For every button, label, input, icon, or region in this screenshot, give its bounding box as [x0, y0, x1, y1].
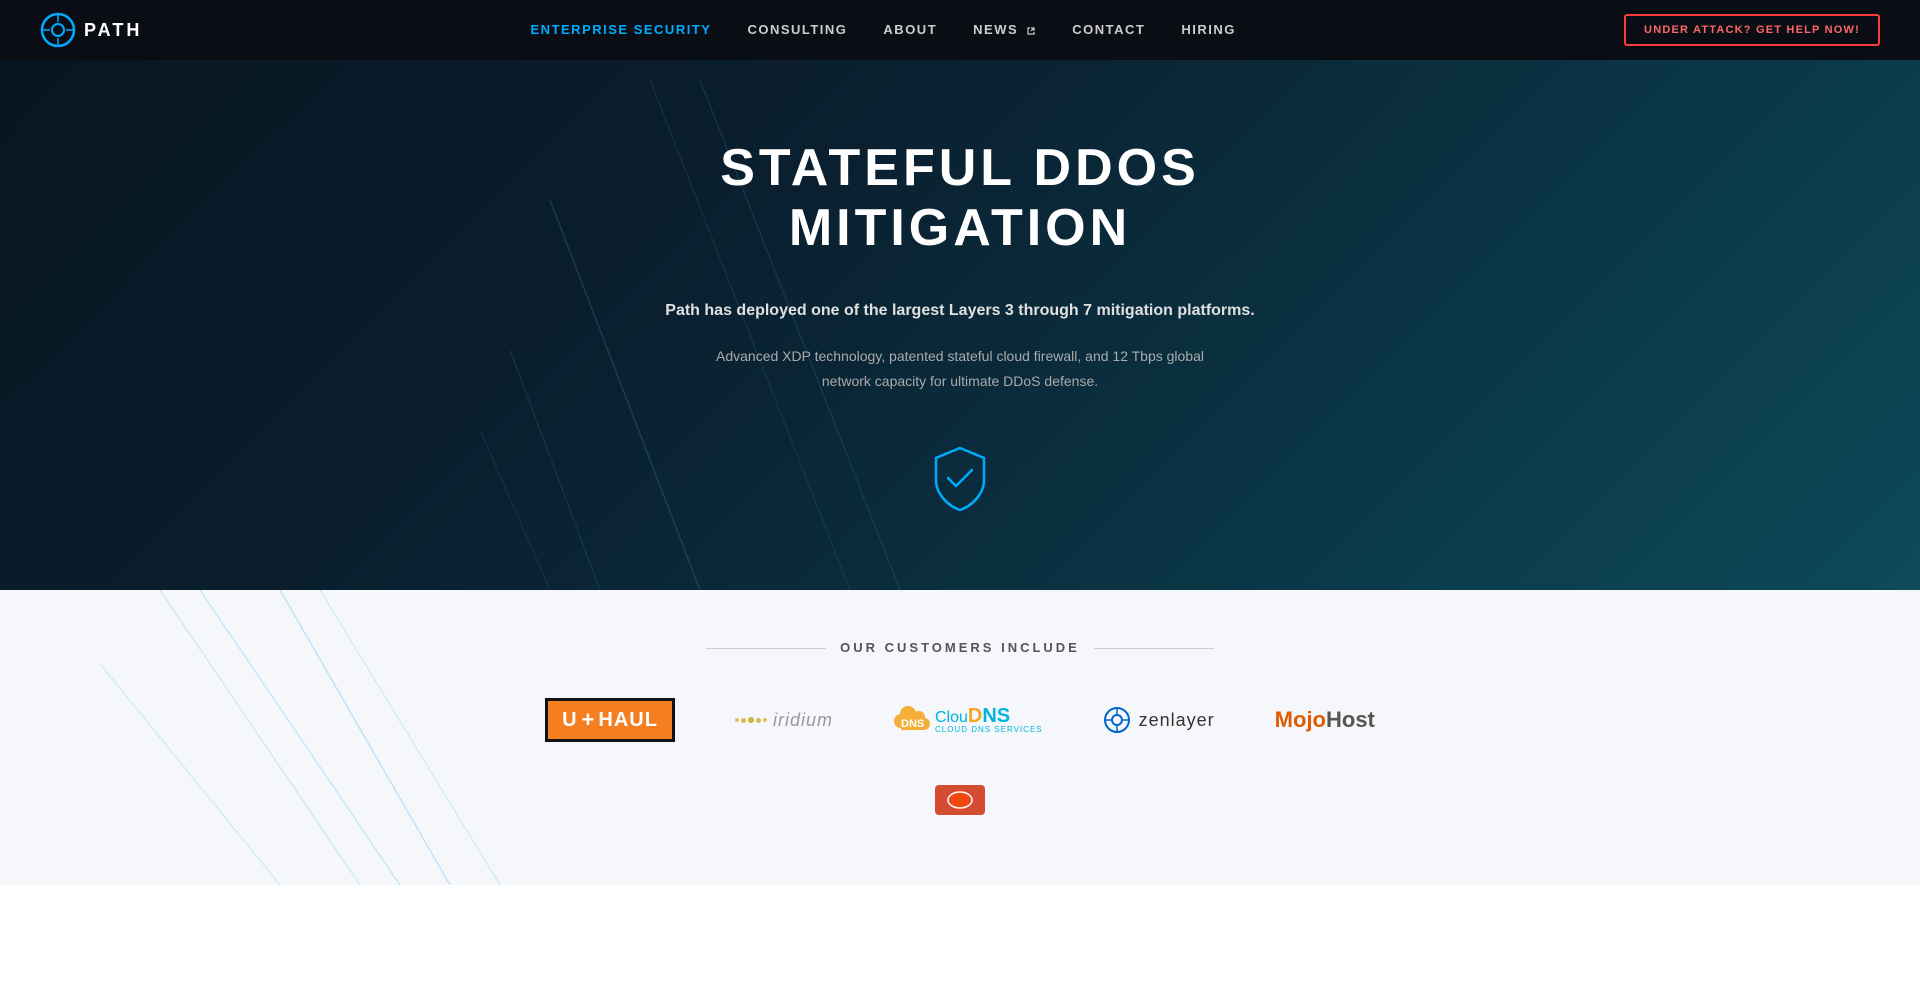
mojohost-ojo: ojo	[1293, 707, 1326, 733]
cloudns-main-text: ClouDNS	[935, 706, 1043, 726]
hero-title: STATEFUL DDOS MITIGATION	[600, 138, 1320, 258]
iridium-dots	[735, 717, 767, 723]
nav-link-news[interactable]: NEWS	[973, 22, 1036, 37]
hero-section: STATEFUL DDOS MITIGATION Path has deploy…	[0, 0, 1920, 590]
hero-subtitle: Path has deployed one of the largest Lay…	[600, 298, 1320, 324]
shield-icon	[930, 444, 990, 512]
external-link-icon	[1026, 26, 1036, 36]
nav-item-about[interactable]: ABOUT	[883, 21, 937, 39]
nav-link-hiring[interactable]: HIRING	[1181, 22, 1236, 37]
customers-logos-row-2	[20, 775, 1900, 825]
shield-icon-wrap	[600, 444, 1320, 512]
svg-text:DNS: DNS	[901, 718, 924, 730]
cta-button[interactable]: UNDER ATTACK? GET HELP NOW!	[1624, 14, 1880, 46]
cloudns-clo: Clou	[935, 709, 968, 726]
customers-section-title: OUR CUSTOMERS INCLUDE	[20, 640, 1900, 655]
customers-logos-row: U + HAUL iridium	[20, 695, 1900, 745]
hero-description: Advanced XDP technology, patented statef…	[600, 344, 1320, 394]
cloudns-ns: NS	[982, 705, 1010, 727]
cloudns-text-wrap: ClouDNS CLOUD DNS SERVICES	[935, 706, 1043, 734]
customer-logo-zenlayer: zenlayer	[1103, 695, 1215, 745]
iridium-dot-3	[748, 717, 754, 723]
nav-link-about[interactable]: ABOUT	[883, 22, 937, 37]
partial-logo-icon	[930, 780, 990, 820]
nav-link-enterprise-security[interactable]: ENTERPRISE SECURITY	[531, 22, 712, 37]
cloudns-subtitle: CLOUD DNS SERVICES	[935, 726, 1043, 734]
mojohost-logo-box: M ojo Host	[1275, 707, 1375, 733]
nav-link-consulting[interactable]: CONSULTING	[747, 22, 847, 37]
customer-logo-partial	[930, 775, 990, 825]
iridium-dot-4	[756, 718, 761, 723]
customers-section: OUR CUSTOMERS INCLUDE U + HAUL iridium	[0, 590, 1920, 885]
nav-item-contact[interactable]: CONTACT	[1072, 21, 1145, 39]
iridium-text: iridium	[773, 710, 833, 731]
iridium-dot-2	[741, 718, 746, 723]
mojohost-m: M	[1275, 707, 1293, 733]
navbar: PATH ENTERPRISE SECURITY CONSULTING ABOU…	[0, 0, 1920, 60]
nav-menu: ENTERPRISE SECURITY CONSULTING ABOUT NEW…	[531, 21, 1236, 39]
path-logo-icon	[40, 12, 76, 48]
uhaul-haul: HAUL	[598, 709, 658, 732]
nav-item-hiring[interactable]: HIRING	[1181, 21, 1236, 39]
cloudns-logo-box: DNS ClouDNS CLOUD DNS SERVICES	[893, 704, 1043, 736]
uhaul-plus: +	[582, 707, 595, 733]
logo-link[interactable]: PATH	[40, 12, 142, 48]
logo-text: PATH	[84, 20, 142, 41]
mojohost-host: Host	[1326, 707, 1375, 733]
nav-item-enterprise-security[interactable]: ENTERPRISE SECURITY	[531, 21, 712, 39]
customer-logo-uhaul: U + HAUL	[545, 695, 675, 745]
cloudns-u: D	[968, 705, 982, 727]
uhaul-text: U	[562, 709, 577, 732]
zenlayer-circle-icon	[1103, 706, 1131, 734]
zenlayer-logo-box: zenlayer	[1103, 706, 1215, 734]
iridium-dot-1	[735, 718, 739, 722]
customer-logo-mojohost: M ojo Host	[1275, 695, 1375, 745]
cloudns-cloud-icon: DNS	[893, 704, 933, 736]
hero-content: STATEFUL DDOS MITIGATION Path has deploy…	[580, 78, 1340, 572]
iridium-logo-box: iridium	[735, 710, 833, 731]
zenlayer-text: zenlayer	[1139, 710, 1215, 731]
iridium-dot-5	[763, 718, 767, 722]
nav-item-news[interactable]: NEWS	[973, 21, 1036, 39]
customer-logo-iridium: iridium	[735, 695, 833, 745]
uhaul-logo-box: U + HAUL	[545, 698, 675, 742]
nav-item-consulting[interactable]: CONSULTING	[747, 21, 847, 39]
nav-link-contact[interactable]: CONTACT	[1072, 22, 1145, 37]
customer-logo-cloudns: DNS ClouDNS CLOUD DNS SERVICES	[893, 695, 1043, 745]
